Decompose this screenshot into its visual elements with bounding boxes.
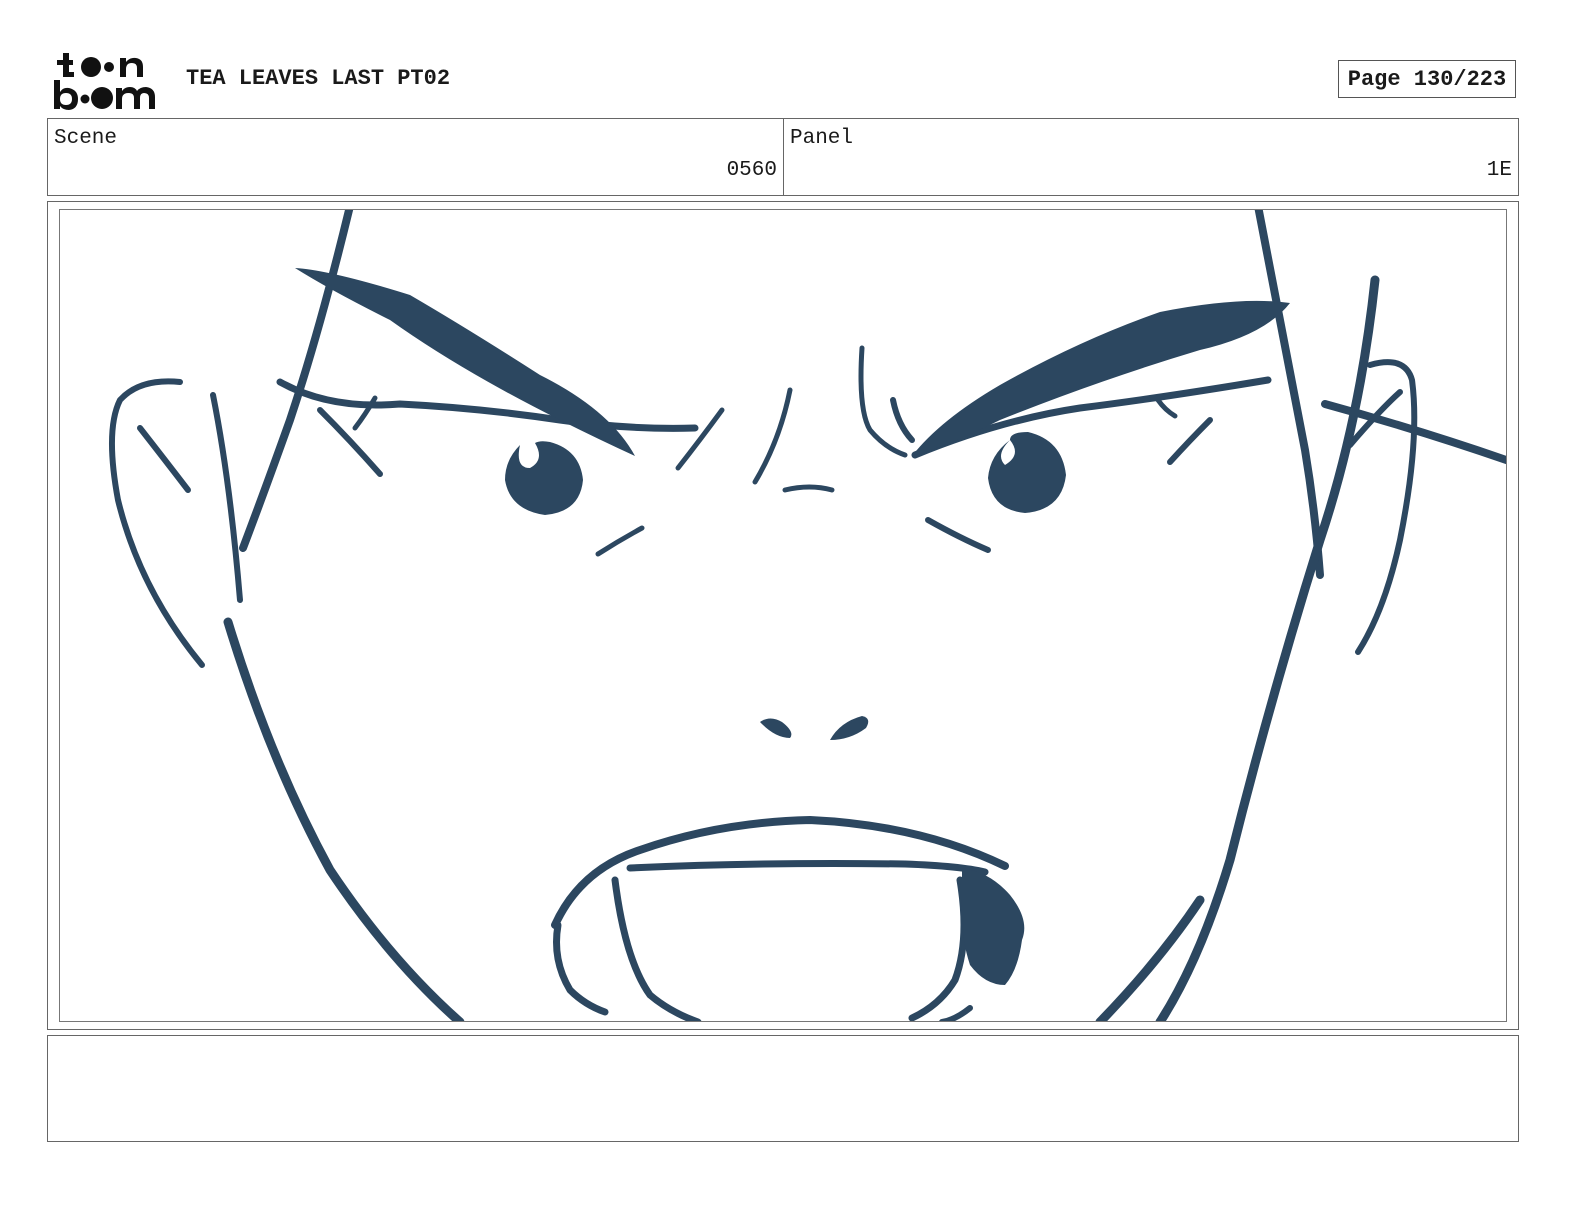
page-indicator: Page 130/223 (1338, 60, 1516, 98)
scene-label: Scene (54, 127, 118, 150)
storyboard-panel-image (59, 209, 1507, 1022)
face-sketch (108, 210, 1506, 1021)
scene-cell: Scene 0560 (48, 119, 784, 195)
scene-panel-info: Scene 0560 Panel 1E (47, 118, 1519, 196)
toon-boom-logo (52, 50, 164, 112)
panel-label: Panel (790, 127, 854, 150)
panel-number: 1E (1486, 159, 1512, 182)
panel-notes-box (47, 1035, 1519, 1142)
page-label: Page 130/223 (1347, 66, 1507, 92)
scene-number: 0560 (726, 159, 777, 182)
project-title: TEA LEAVES LAST PT02 (186, 66, 451, 91)
panel-cell: Panel 1E (784, 119, 1518, 195)
